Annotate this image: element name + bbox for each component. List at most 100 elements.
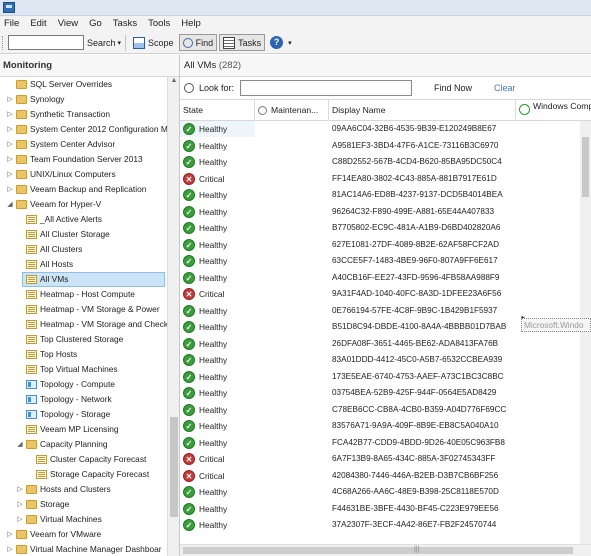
table-row[interactable]: ✓ Healthy 81AC14A6-ED8B-4237-9137-DCD5B401…	[180, 187, 580, 204]
tree-item[interactable]: All Hosts	[0, 257, 167, 272]
table-row[interactable]: ✓ Healthy C78EB6CC-CB8A-4CB0-B359-A04D776F…	[180, 402, 580, 419]
column-header-state[interactable]: State	[180, 100, 255, 121]
table-row[interactable]: ✕ Critical 42084380-7446-446A-B2EB-D3B7CB6…	[180, 468, 580, 485]
table-row[interactable]: ✓ Healthy 83576A71-9A9A-409F-8B9E-EB8C5A04…	[180, 418, 580, 435]
table-row[interactable]: ✕ Critical 9A31F4AD-1040-40FC-8A3D-1DFEE23…	[180, 286, 580, 303]
menu-help[interactable]: Help	[177, 16, 208, 32]
menu-go[interactable]: Go	[85, 16, 109, 32]
tree-item[interactable]: All Clusters	[0, 242, 167, 257]
table-row[interactable]: ✓ Healthy 96264C32-F890-499E-A881-65E44A40…	[180, 204, 580, 221]
table-row[interactable]: ✓ Healthy C88D2552-567B-4CD4-B620-85BA95DC…	[180, 154, 580, 171]
column-header-display-name[interactable]: Display Name	[329, 100, 516, 121]
help-button[interactable]: ? ▾	[267, 34, 295, 51]
search-input[interactable]	[8, 35, 84, 50]
chevron-down-icon[interactable]: ▾	[118, 39, 122, 47]
tree-item[interactable]: Storage Capacity Forecast	[0, 467, 167, 482]
tree-item[interactable]: ▷ Synology	[0, 92, 167, 107]
table-row[interactable]: ✓ Healthy 173E5EAE-6740-4753-AAEF-A73C1BC3…	[180, 369, 580, 386]
menu-edit[interactable]: Edit	[26, 16, 53, 32]
tree-item[interactable]: Top Virtual Machines	[0, 362, 167, 377]
folder-icon	[26, 500, 37, 509]
column-header-maintenance[interactable]: Maintenan...	[255, 100, 329, 121]
table-row[interactable]: ✓ Healthy 83A01DDD-4412-45C0-A5B7-6532CCBE…	[180, 352, 580, 369]
expand-arrow-icon[interactable]: ▷	[6, 122, 14, 137]
tree-item[interactable]: ▷ Synthetic Transaction	[0, 107, 167, 122]
menu-tools[interactable]: Tools	[144, 16, 177, 32]
table-row[interactable]: ✓ Healthy A9581EF3-3BD4-47F6-A1CE-73116B3C…	[180, 138, 580, 155]
expand-arrow-icon[interactable]: ▷	[6, 527, 14, 542]
monitoring-tree: SQL Server Overrides ▷ Synology ▷ Synthetic …	[0, 77, 168, 556]
table-row[interactable]: ✕ Critical FF14EA80-3802-4C43-885A-881B791…	[180, 171, 580, 188]
table-row[interactable]: ✓ Healthy 63CCE5F7-1483-4BE9-96F0-807A9FF6…	[180, 253, 580, 270]
tree-item[interactable]: ◢ Veeam for Hyper-V	[0, 197, 167, 212]
find-now-button[interactable]: Find Now	[434, 83, 472, 93]
navigation-scrollbar[interactable]: ▲	[167, 77, 179, 556]
tree-item[interactable]: All VMs	[0, 272, 167, 287]
expand-arrow-icon[interactable]: ▷	[6, 92, 14, 107]
tree-item[interactable]: Top Clustered Storage	[0, 332, 167, 347]
search-label[interactable]: Search	[87, 38, 116, 48]
tree-item[interactable]: ▷ Hosts and Clusters	[0, 482, 167, 497]
tree-item[interactable]: ▷ System Center Advisor	[0, 137, 167, 152]
find-button[interactable]: Find	[178, 34, 218, 51]
table-row[interactable]: ✓ Healthy FCA42B77-CDD9-4BDD-9D26-40E05C96…	[180, 435, 580, 452]
scrollbar-thumb[interactable]	[582, 137, 589, 197]
scope-button[interactable]: Scope	[130, 34, 177, 51]
expand-arrow-icon[interactable]: ▷	[16, 497, 24, 512]
tree-item[interactable]: Topology - Compute	[0, 377, 167, 392]
expand-arrow-icon[interactable]: ▷	[6, 137, 14, 152]
look-for-input[interactable]	[240, 79, 413, 96]
expand-arrow-icon[interactable]: ▷	[6, 542, 14, 556]
tasks-button[interactable]: Tasks	[219, 34, 266, 51]
expand-arrow-icon[interactable]: ◢	[6, 197, 14, 212]
table-row[interactable]: ✓ Healthy 09AA6C04-32B6-4535-9B39-E120249B…	[180, 121, 580, 138]
tree-item[interactable]: Cluster Capacity Forecast	[0, 452, 167, 467]
menu-view[interactable]: View	[54, 16, 85, 32]
menu-file[interactable]: File	[0, 16, 26, 32]
tree-item[interactable]: ▷ Veeam for VMware	[0, 527, 167, 542]
tree-item[interactable]: ▷ Virtual Machines	[0, 512, 167, 527]
tree-item[interactable]: ▷ Storage	[0, 497, 167, 512]
scrollbar-thumb[interactable]	[170, 417, 178, 517]
tree-item[interactable]: SQL Server Overrides	[0, 77, 167, 92]
expand-arrow-icon[interactable]: ▷	[16, 482, 24, 497]
tree-item[interactable]: All Cluster Storage	[0, 227, 167, 242]
grid-vertical-scrollbar[interactable]	[580, 121, 591, 544]
column-header-windows-computer[interactable]: Windows Computer	[516, 100, 591, 121]
scroll-up-icon[interactable]: ▲	[168, 77, 179, 89]
table-row[interactable]: ✓ Healthy 4C68A266-AA6C-48E9-B398-25C8118E…	[180, 484, 580, 501]
tree-item[interactable]: Topology - Storage	[0, 407, 167, 422]
tree-item[interactable]: Top Hosts	[0, 347, 167, 362]
tree-item[interactable]: Topology - Network	[0, 392, 167, 407]
tree-item[interactable]: ▷ Veeam Backup and Replication	[0, 182, 167, 197]
expand-arrow-icon[interactable]: ▷	[16, 512, 24, 527]
table-row[interactable]: ✓ Healthy A40CB16F-EE27-43FD-9596-4FB58AA9…	[180, 270, 580, 287]
tree-item[interactable]: Heatmap - Host Compute	[0, 287, 167, 302]
expand-arrow-icon[interactable]: ◢	[16, 437, 24, 452]
expand-arrow-icon[interactable]: ▷	[6, 167, 14, 182]
tree-item[interactable]: ▷ Team Foundation Server 2013	[0, 152, 167, 167]
table-row[interactable]: ✓ Healthy B7705802-EC9C-481A-A1B9-D6BD4028…	[180, 220, 580, 237]
toolbar-grip[interactable]	[2, 35, 5, 50]
expand-arrow-icon[interactable]: ▷	[6, 107, 14, 122]
table-row[interactable]: ✓ Healthy 627E1081-27DF-4089-8B2E-62AF58FC…	[180, 237, 580, 254]
table-row[interactable]: ✓ Healthy 37A2307F-3ECF-4A42-86E7-FB2F2457…	[180, 517, 580, 534]
tree-item[interactable]: ▷ Virtual Machine Manager Dashboar	[0, 542, 167, 556]
tree-item[interactable]: _All Active Alerts	[0, 212, 167, 227]
scrollbar-thumb[interactable]	[183, 547, 573, 554]
tree-item[interactable]: ◢ Capacity Planning	[0, 437, 167, 452]
clear-button[interactable]: Clear	[494, 83, 516, 93]
tree-item[interactable]: Heatmap - VM Storage & Power	[0, 302, 167, 317]
tree-item[interactable]: Heatmap - VM Storage and Check	[0, 317, 168, 332]
tree-item[interactable]: ▷ UNIX/Linux Computers	[0, 167, 167, 182]
table-row[interactable]: ✓ Healthy 03754BEA-52B9-425F-944F-0564E5AD…	[180, 385, 580, 402]
expand-arrow-icon[interactable]: ▷	[6, 182, 14, 197]
expand-arrow-icon[interactable]: ▷	[6, 152, 14, 167]
grid-horizontal-scrollbar[interactable]: |||	[180, 544, 591, 556]
tree-item[interactable]: ▷ System Center 2012 Configuration M	[0, 122, 168, 137]
tree-item[interactable]: Veeam MP Licensing	[0, 422, 167, 437]
menu-tasks[interactable]: Tasks	[109, 16, 144, 32]
table-row[interactable]: ✕ Critical 6A7F13B9-8A65-434C-885A-3F02745…	[180, 451, 580, 468]
table-row[interactable]: ✓ Healthy F44631BE-3BFE-4430-BF45-C223E979…	[180, 501, 580, 518]
table-row[interactable]: ✓ Healthy 26DFA08F-3651-4465-BE62-ADA8413F…	[180, 336, 580, 353]
